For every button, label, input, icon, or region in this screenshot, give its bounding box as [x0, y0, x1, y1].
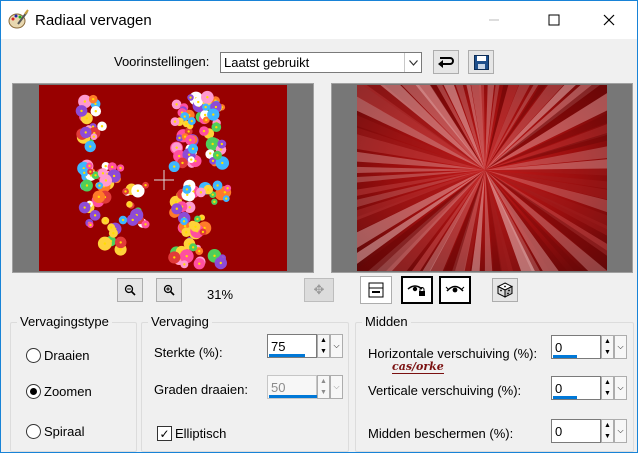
floppy-disk-icon: [473, 54, 489, 70]
maximize-button[interactable]: [531, 1, 577, 39]
radio-label: Spiraal: [44, 424, 85, 439]
title-bar: Radiaal vervagen: [1, 1, 637, 39]
strength-label: Sterkte (%):: [154, 345, 223, 360]
presets-selected-value: Laatst gebruikt: [224, 55, 310, 70]
strength-bar: [269, 354, 305, 357]
radial-blur-image: [357, 85, 607, 271]
v-offset-bar: [553, 396, 577, 399]
strength-up-down[interactable]: ▲ ▼: [317, 334, 330, 358]
auto-proof-button[interactable]: [439, 276, 471, 304]
presets-dropdown[interactable]: Laatst gebruikt: [220, 52, 422, 73]
radio-circle: [26, 424, 41, 439]
rotate-label: Graden draaien:: [154, 382, 248, 397]
h-offset-dropdown[interactable]: ⌵: [614, 335, 627, 359]
h-offset-value: 0: [555, 340, 563, 355]
v-offset-value: 0: [555, 381, 563, 396]
reset-button[interactable]: [433, 50, 459, 74]
pan-button[interactable]: ✥: [304, 278, 334, 302]
move-icon: ✥: [313, 282, 325, 297]
zoom-in-button[interactable]: [156, 278, 182, 302]
strength-spinbox[interactable]: 75 ▲ ▼ ⌵: [267, 334, 343, 362]
paintbrush-icon: [8, 9, 29, 29]
minimize-button[interactable]: [471, 1, 517, 39]
layout-icon: [368, 282, 384, 298]
checkmark-icon: ✓: [157, 426, 172, 441]
rotate-value: 50: [271, 380, 286, 395]
rotate-bar: [269, 395, 317, 398]
v-offset-up-down[interactable]: ▲ ▼: [601, 376, 614, 400]
protect-center-up-down[interactable]: ▲ ▼: [601, 419, 614, 443]
watermark-signature: cas/orke: [392, 360, 444, 374]
dialog-window: Radiaal vervagen Voorinstellingen: Laats…: [0, 0, 638, 453]
radio-label: Draaien: [44, 348, 90, 363]
radio-circle: [26, 384, 41, 399]
h-offset-up-down[interactable]: ▲ ▼: [601, 335, 614, 359]
rotate-up-down[interactable]: ▲ ▼: [317, 375, 330, 399]
preview-on-image-button[interactable]: [401, 276, 433, 304]
minimize-icon: [489, 19, 499, 21]
radio-draaien[interactable]: Draaien: [26, 348, 90, 363]
eye-icon: [445, 285, 465, 293]
reset-arrow-icon: [438, 57, 454, 68]
dice-icon: [497, 282, 513, 298]
radio-spiraal[interactable]: Spiraal: [26, 424, 84, 439]
radio-zoomen[interactable]: Zoomen: [26, 384, 92, 399]
eye-lock-icon: [407, 285, 425, 296]
v-offset-spinbox[interactable]: 0 ▲ ▼ ⌵: [551, 376, 627, 404]
flower-love-image: [75, 90, 232, 270]
presets-label: Voorinstellingen:: [114, 54, 210, 69]
source-preview[interactable]: [12, 83, 314, 273]
chevron-down-icon: [404, 53, 421, 72]
rotate-dropdown[interactable]: ⌵: [330, 375, 343, 399]
protect-center-dropdown[interactable]: ⌵: [614, 419, 627, 443]
window-title: Radiaal vervagen: [35, 12, 152, 29]
result-preview: [331, 83, 633, 273]
h-offset-label: Horizontale verschuiving (%):: [368, 346, 538, 361]
rotate-spinbox[interactable]: 50 ▲ ▼ ⌵: [267, 375, 343, 403]
v-offset-dropdown[interactable]: ⌵: [614, 376, 627, 400]
radio-circle: [26, 348, 41, 363]
source-preview-image: [39, 85, 287, 271]
elliptic-checkbox[interactable]: ✓ Elliptisch: [157, 426, 226, 441]
zoom-level: 31%: [207, 287, 234, 302]
v-offset-label: Verticale verschuiving (%):: [368, 383, 522, 398]
close-button[interactable]: [586, 1, 632, 39]
zoom-out-icon: [124, 284, 136, 296]
zoom-in-icon: [163, 284, 175, 296]
close-icon: [603, 14, 615, 26]
protect-center-value: 0: [555, 424, 563, 439]
protect-center-label: Midden beschermen (%):: [368, 426, 514, 441]
protect-center-spinbox[interactable]: 0 ▲ ▼ ⌵: [551, 419, 627, 447]
blur-title: Vervaging: [148, 314, 212, 329]
center-title: Midden: [362, 314, 411, 329]
zoom-out-button[interactable]: [117, 278, 143, 302]
blur-type-title: Vervagingstype: [17, 314, 112, 329]
result-preview-image: [357, 85, 607, 271]
maximize-icon: [548, 14, 560, 26]
toggle-preview-layout-button[interactable]: [360, 276, 392, 304]
h-offset-spinbox[interactable]: 0 ▲ ▼ ⌵: [551, 335, 627, 363]
save-preset-button[interactable]: [468, 50, 494, 74]
radio-label: Zoomen: [44, 384, 92, 399]
strength-value: 75: [271, 339, 286, 354]
h-offset-bar: [553, 355, 577, 358]
elliptic-label: Elliptisch: [175, 426, 227, 441]
randomize-button[interactable]: [492, 278, 518, 302]
strength-dropdown[interactable]: ⌵: [330, 334, 343, 358]
